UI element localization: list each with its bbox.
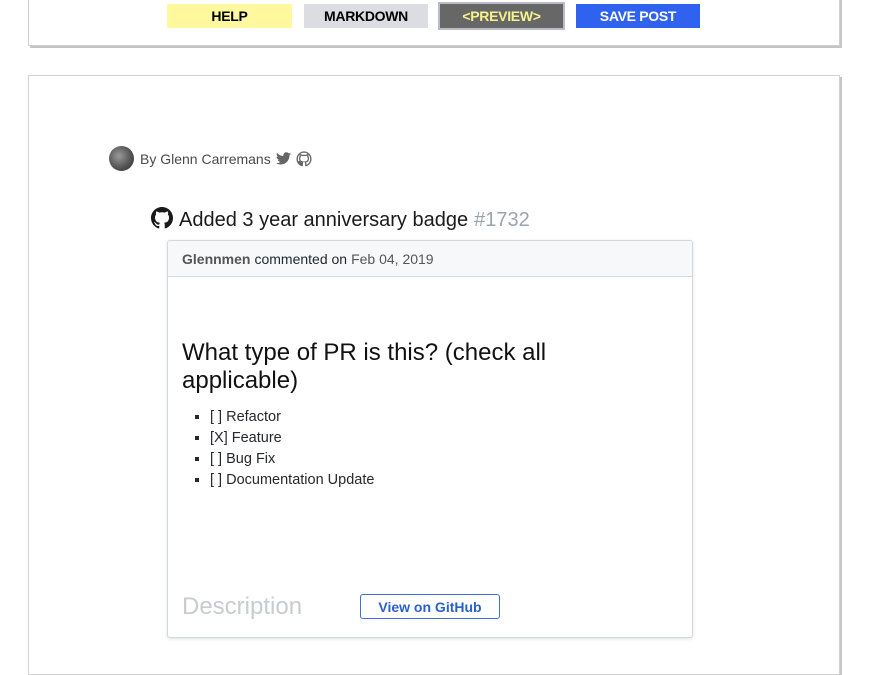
author-byline: By Glenn Carremans [109,146,312,171]
github-icon [151,207,173,234]
preview-button[interactable]: <PREVIEW> [438,2,565,30]
post-preview: By Glenn Carremans Added 3 year annivers… [28,75,840,675]
pr-title[interactable]: Added 3 year anniversary badge [179,209,468,232]
pr-number[interactable]: #1732 [474,209,530,232]
pr-title-row: Added 3 year anniversary badge #1732 [151,207,530,234]
avatar[interactable] [109,146,134,171]
pr-type-checklist: [ ] Refactor [X] Feature [ ] Bug Fix [ ]… [182,407,374,491]
help-button[interactable]: HELP [167,4,292,28]
save-post-button[interactable]: SAVE POST [576,4,700,28]
twitter-icon[interactable] [275,152,291,165]
github-comment-box: Glennmen commented on Feb 04, 2019 What … [167,240,693,638]
comment-date: Feb 04, 2019 [351,250,434,267]
comment-header: Glennmen commented on Feb 04, 2019 [168,241,692,277]
editor-toolbar: HELP MARKDOWN <PREVIEW> SAVE POST [28,0,840,46]
list-item: [ ] Documentation Update [210,470,374,491]
description-heading: Description [182,593,303,620]
comment-user[interactable]: Glennmen [182,251,250,267]
list-item: [ ] Refactor [210,407,374,428]
list-item: [ ] Bug Fix [210,449,374,470]
markdown-button[interactable]: MARKDOWN [304,4,428,28]
comment-heading: What type of PR is this? (check all appl… [182,339,547,394]
content-fade [168,533,692,593]
comment-action: commented on [254,250,348,267]
author-name[interactable]: By Glenn Carremans [140,151,271,167]
github-icon[interactable] [296,150,312,167]
list-item: [X] Feature [210,428,374,449]
view-on-github-button[interactable]: View on GitHub [360,594,500,619]
